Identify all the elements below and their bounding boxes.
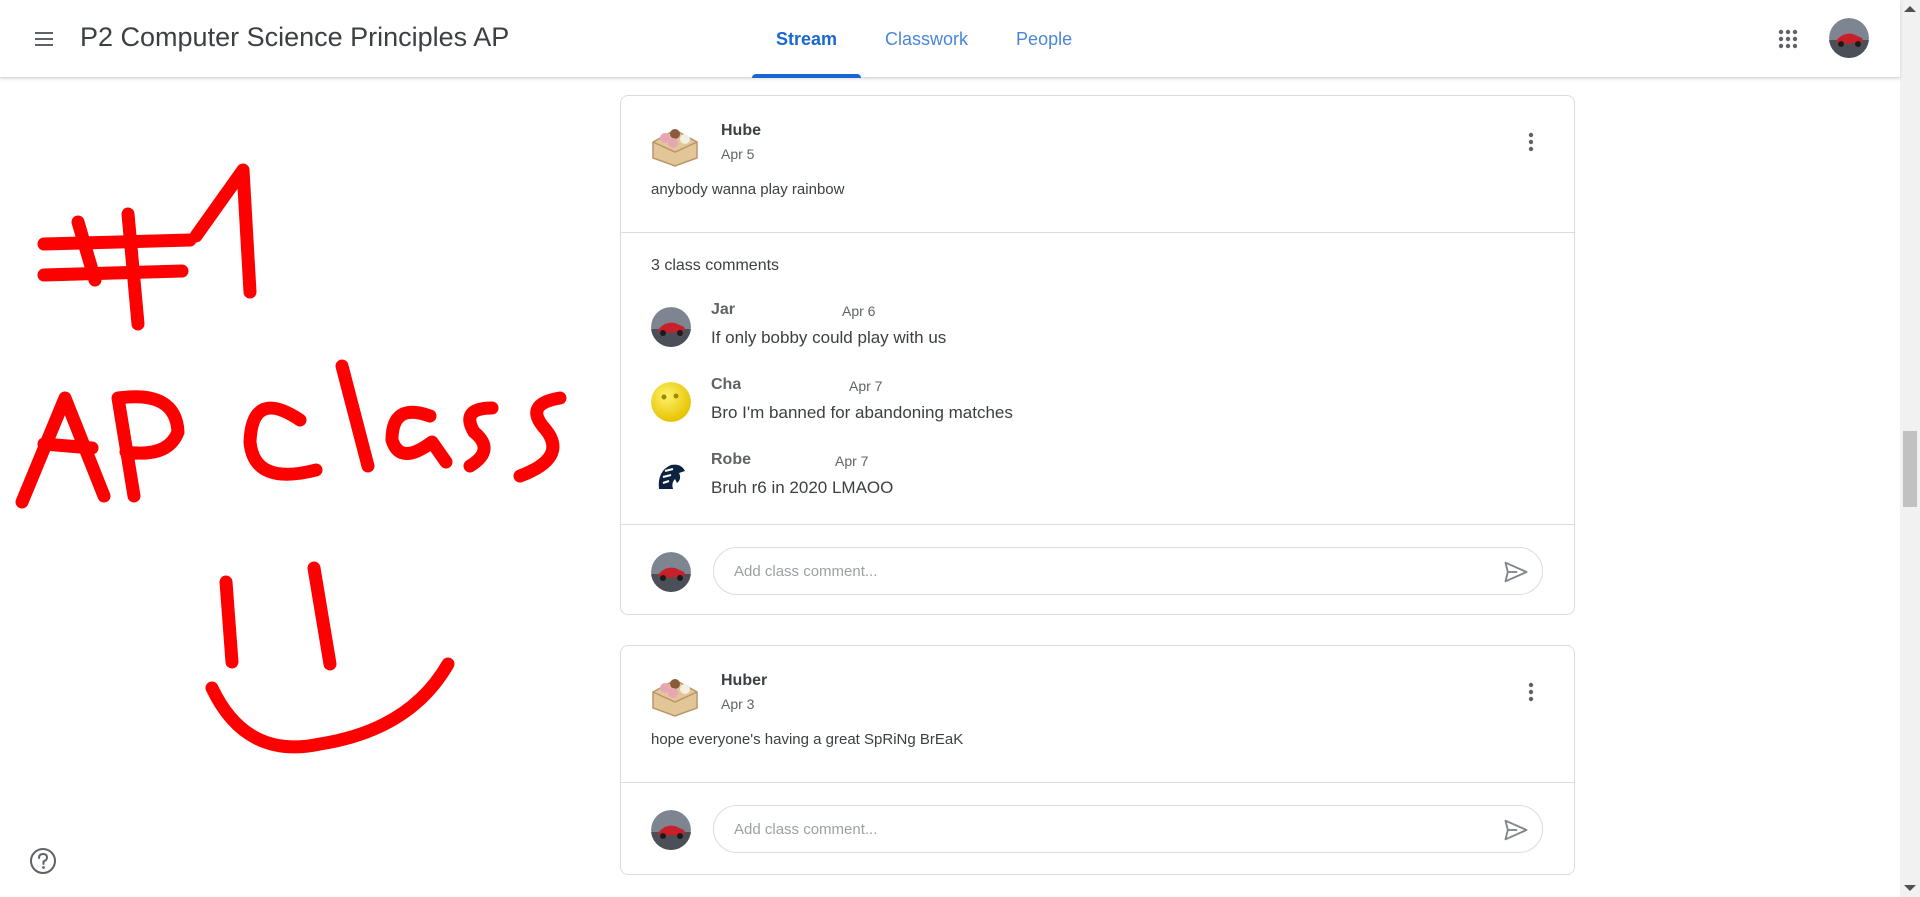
post-author-name: Huber [721,672,768,689]
banner-drawing [0,140,600,760]
letter-s-2 [513,391,567,483]
class-comment: Cha Apr 7 Bro I'm banned for abandoning … [651,376,1531,436]
comment-avatar [651,382,691,422]
add-comment-row [621,525,1574,615]
tab-classwork[interactable]: Classwork [861,0,992,78]
post-header: Hube Apr 5 anybody wanna play rainbow [621,96,1574,232]
help-question-icon [30,848,56,874]
post-date[interactable]: Apr 5 [721,146,754,162]
letter-a-bar [37,437,99,455]
scroll-up-arrow-icon[interactable] [1904,6,1916,12]
car-avatar-icon [1829,18,1869,58]
comment-text: Bro I'm banned for abandoning matches [711,403,1013,422]
handdrawn-ap-class-smiley [15,163,567,754]
digit-one [189,163,257,299]
comment-author: Robe [711,451,751,468]
post-options-button[interactable] [1513,124,1549,160]
letter-p [111,390,185,503]
class-title[interactable]: P2 Computer Science Principles AP [80,22,509,53]
add-comment-input[interactable] [732,548,1472,594]
help-button[interactable] [28,846,58,876]
tab-people[interactable]: People [992,0,1096,78]
comment-text: If only bobby could play with us [711,328,947,347]
class-comments-count[interactable]: 3 class comments [651,257,779,275]
class-comment: Jar Apr 6 If only bobby could play with … [651,301,1531,361]
account-avatar[interactable] [1829,18,1869,58]
more-vert-icon [1528,682,1534,702]
post-date[interactable]: Apr 3 [721,696,754,712]
donut-box-avatar-icon [652,129,698,167]
team-liquid-horse-avatar-icon [651,457,691,497]
letter-c [243,401,323,481]
hamburger-menu-icon [35,32,53,46]
post-header: Huber Apr 3 hope everyone's having a gre… [621,646,1574,782]
send-icon [1504,819,1528,841]
comment-avatar [651,307,691,347]
comment-text: Bruh r6 in 2020 LMAOO [711,478,894,497]
car-avatar-icon [651,552,691,592]
main-menu-button[interactable] [24,19,64,59]
smiley-eye-right [307,561,337,671]
stream-post: Huber Apr 3 hope everyone's having a gre… [620,645,1575,875]
add-comment-field [713,547,1543,595]
add-comment-row [621,783,1574,873]
post-author-name: Hube [721,122,761,139]
letter-s-1 [463,401,499,473]
current-user-avatar [651,552,691,592]
page-scrollbar[interactable] [1900,0,1920,897]
comment-date: Apr 7 [835,453,869,469]
stream-post: Hube Apr 5 anybody wanna play rainbow 3 … [620,95,1575,615]
post-options-button[interactable] [1513,674,1549,710]
smiley-mouth [205,657,455,754]
comment-author: Cha [711,376,741,393]
send-comment-button[interactable] [1502,816,1530,844]
tab-stream[interactable]: Stream [752,0,862,78]
comment-date: Apr 7 [849,378,883,394]
google-apps-grid-icon [1778,29,1798,49]
letter-l [335,359,375,473]
letter-a-lower [385,405,453,469]
comment-avatar [651,457,691,497]
top-app-bar: P2 Computer Science Principles AP Stream… [0,0,1900,78]
scrollbar-thumb[interactable] [1903,431,1917,507]
add-comment-input[interactable] [732,806,1472,852]
post-author-avatar[interactable] [649,670,701,718]
post-body-text: anybody wanna play rainbow [651,181,845,198]
class-tabs: Stream Classwork People [752,0,1096,78]
more-vert-icon [1528,132,1534,152]
yellow-face-avatar-icon [651,382,691,422]
class-comments-section: 3 class comments Jar Apr 6 If only bobby… [621,233,1574,524]
scroll-down-arrow-icon[interactable] [1904,885,1916,891]
car-avatar-icon [651,810,691,850]
send-icon [1504,561,1528,583]
hash-stroke-3 [37,233,197,251]
smiley-eye-left [219,575,239,669]
hash-stroke-4 [37,264,189,282]
current-user-avatar [651,810,691,850]
google-apps-button[interactable] [1768,19,1808,59]
add-comment-field [713,805,1543,853]
post-body-text: hope everyone's having a great SpRiNg Br… [651,731,964,748]
class-comment: Robe Apr 7 Bruh r6 in 2020 LMAOO [651,451,1531,511]
comment-author: Jar [711,301,736,318]
comment-date: Apr 6 [842,303,876,319]
post-author-avatar[interactable] [649,120,701,168]
car-avatar-icon [651,307,691,347]
send-comment-button[interactable] [1502,558,1530,586]
donut-box-avatar-icon [652,679,698,717]
